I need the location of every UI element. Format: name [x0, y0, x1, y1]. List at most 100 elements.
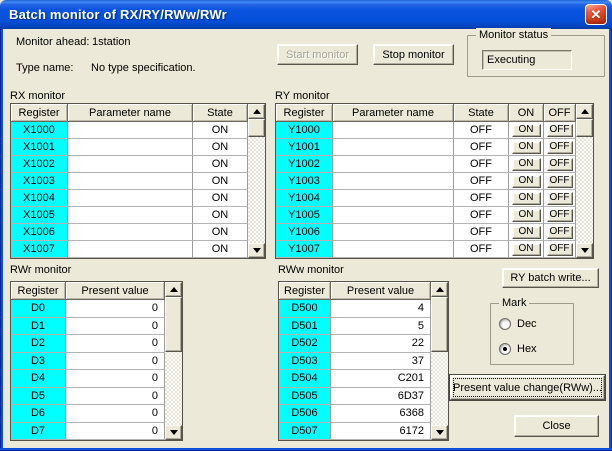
- register-cell: D5: [11, 388, 66, 406]
- ry-batch-write-button[interactable]: RY batch write...: [502, 268, 599, 288]
- table-row: X1002ON: [11, 156, 248, 173]
- table-row: Y1003OFFONOFF: [276, 173, 576, 190]
- state-cell: ON: [193, 224, 248, 241]
- mark-hex-radio[interactable]: Hex: [499, 343, 537, 355]
- scroll-track[interactable]: [248, 119, 265, 243]
- ry-off-button[interactable]: OFF: [547, 124, 573, 137]
- state-cell: OFF: [454, 224, 509, 241]
- scroll-down-button[interactable]: [576, 243, 593, 258]
- title-bar[interactable]: Batch monitor of RX/RY/RWw/RWr ✕: [0, 0, 612, 29]
- register-cell: D4: [11, 370, 66, 388]
- parameter-name-cell: [68, 190, 193, 207]
- rx-scrollbar[interactable]: [248, 104, 265, 258]
- mark-dec-label: Dec: [517, 318, 537, 330]
- ry-scrollbar[interactable]: [576, 104, 593, 258]
- parameter-name-cell: [68, 122, 193, 139]
- arrow-up-icon: [170, 287, 178, 292]
- scroll-up-button[interactable]: [431, 282, 448, 297]
- register-cell: X1002: [11, 156, 68, 173]
- parameter-name-cell: [68, 241, 193, 258]
- row-button-cell: OFF: [544, 156, 576, 173]
- ry-on-button[interactable]: ON: [512, 209, 541, 222]
- present-value-change-button[interactable]: Present value change(RWw)...: [450, 375, 605, 400]
- present-value-cell: 0: [66, 370, 165, 388]
- ry-on-button[interactable]: ON: [512, 141, 541, 154]
- ry-on-button[interactable]: ON: [512, 124, 541, 137]
- ry-off-button[interactable]: OFF: [547, 158, 573, 171]
- present-value-cell: 4: [331, 300, 431, 318]
- stop-monitor-button[interactable]: Stop monitor: [373, 44, 454, 65]
- row-button-cell: ON: [509, 190, 544, 207]
- scroll-track[interactable]: [431, 297, 448, 425]
- table-row: D30: [11, 353, 165, 371]
- column-header: State: [454, 104, 509, 122]
- scroll-thumb[interactable]: [431, 297, 448, 352]
- ry-on-button[interactable]: ON: [512, 158, 541, 171]
- scroll-thumb[interactable]: [165, 297, 182, 352]
- ry-off-button[interactable]: OFF: [547, 209, 573, 222]
- scroll-track[interactable]: [576, 119, 593, 243]
- arrow-down-icon: [170, 430, 178, 435]
- scroll-thumb[interactable]: [248, 119, 265, 137]
- start-monitor-button[interactable]: Start monitor: [277, 44, 358, 65]
- state-cell: OFF: [454, 173, 509, 190]
- mark-dec-radio[interactable]: Dec: [499, 318, 537, 330]
- scroll-track[interactable]: [165, 297, 182, 425]
- parameter-name-cell: [68, 224, 193, 241]
- ry-off-button[interactable]: OFF: [547, 141, 573, 154]
- monitor-ahead-row: Monitor ahead:1station: [16, 36, 131, 48]
- scroll-down-button[interactable]: [431, 425, 448, 440]
- column-header: Parameter name: [68, 104, 193, 122]
- ry-off-button[interactable]: OFF: [547, 243, 573, 256]
- present-value-cell: 6368: [331, 405, 431, 423]
- table-row: D5015: [279, 318, 431, 336]
- table-row: D50222: [279, 335, 431, 353]
- state-cell: OFF: [454, 190, 509, 207]
- table-row: Y1007OFFONOFF: [276, 241, 576, 258]
- ry-off-button[interactable]: OFF: [547, 226, 573, 239]
- rww-scrollbar[interactable]: [431, 282, 448, 440]
- rwr-monitor-label: RWr monitor: [10, 264, 71, 276]
- scroll-up-button[interactable]: [165, 282, 182, 297]
- table-row: D5066368: [279, 405, 431, 423]
- present-value-cell: 6172: [331, 423, 431, 441]
- state-cell: OFF: [454, 156, 509, 173]
- rwr-scrollbar[interactable]: [165, 282, 182, 440]
- ry-monitor-label: RY monitor: [275, 90, 330, 102]
- ry-off-button[interactable]: OFF: [547, 192, 573, 205]
- state-cell: OFF: [454, 241, 509, 258]
- scroll-down-button[interactable]: [248, 243, 265, 258]
- ry-on-button[interactable]: ON: [512, 175, 541, 188]
- register-cell: X1004: [11, 190, 68, 207]
- type-name-row: Type name:No type specification.: [16, 62, 196, 74]
- present-value-cell: 0: [66, 353, 165, 371]
- register-cell: X1005: [11, 207, 68, 224]
- ry-off-button[interactable]: OFF: [547, 175, 573, 188]
- scroll-up-button[interactable]: [248, 104, 265, 119]
- close-dialog-button[interactable]: Close: [514, 415, 599, 437]
- scroll-thumb[interactable]: [576, 119, 593, 137]
- table-row: X1006ON: [11, 224, 248, 241]
- column-header: Register: [279, 282, 331, 300]
- ry-on-button[interactable]: ON: [512, 243, 541, 256]
- present-value-cell: 0: [66, 423, 165, 441]
- scroll-down-button[interactable]: [165, 425, 182, 440]
- rww-monitor-label: RWw monitor: [278, 264, 344, 276]
- monitor-ahead-value: 1station: [92, 36, 131, 48]
- state-cell: ON: [193, 207, 248, 224]
- column-header: OFF: [544, 104, 576, 122]
- dialog-window: Batch monitor of RX/RY/RWw/RWr ✕ Monitor…: [0, 0, 612, 451]
- table-row: X1001ON: [11, 139, 248, 156]
- arrow-down-icon: [436, 430, 444, 435]
- register-cell: D507: [279, 423, 331, 441]
- scroll-up-button[interactable]: [576, 104, 593, 119]
- table-row: Y1002OFFONOFF: [276, 156, 576, 173]
- monitor-status-group: Monitor status Executing: [467, 35, 605, 77]
- ry-on-button[interactable]: ON: [512, 192, 541, 205]
- table-row: D5076172: [279, 423, 431, 441]
- register-cell: X1003: [11, 173, 68, 190]
- close-button[interactable]: ✕: [585, 4, 607, 25]
- present-value-cell: 6D37: [331, 388, 431, 406]
- register-cell: Y1003: [276, 173, 333, 190]
- ry-on-button[interactable]: ON: [512, 226, 541, 239]
